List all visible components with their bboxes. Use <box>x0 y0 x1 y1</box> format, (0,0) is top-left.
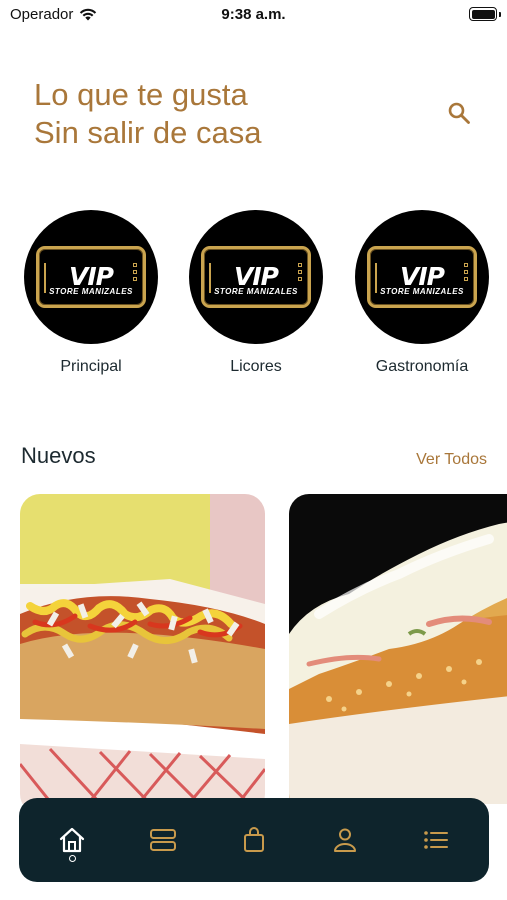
headline-line-2: Sin salir de casa <box>34 115 262 150</box>
bottom-navigation <box>19 798 489 882</box>
category-list: VIP STORE MANIZALES Principal VIP STORE … <box>0 210 507 380</box>
search-icon <box>448 102 470 124</box>
status-bar: Operador 9:38 a.m. <box>0 0 507 28</box>
battery-icon <box>469 7 501 21</box>
user-icon <box>333 828 356 852</box>
category-licores[interactable]: VIP STORE MANIZALES Licores <box>188 210 324 376</box>
category-principal[interactable]: VIP STORE MANIZALES Principal <box>23 210 159 376</box>
category-logo: VIP STORE MANIZALES <box>189 210 323 344</box>
category-label: Principal <box>60 358 122 375</box>
category-label: Gastronomía <box>375 358 469 375</box>
nav-profile[interactable] <box>315 810 375 870</box>
category-gastronomia[interactable]: VIP STORE MANIZALES Gastronomía <box>354 210 490 376</box>
hot-dog-image <box>20 494 265 804</box>
vip-store-logo: VIP STORE MANIZALES <box>367 246 477 308</box>
catalog-icon <box>150 829 177 851</box>
logo-subtext: STORE MANIZALES <box>49 287 133 296</box>
logo-text: VIP <box>400 262 445 291</box>
section-title: Nuevos <box>21 443 96 468</box>
logo-subtext: STORE MANIZALES <box>380 287 464 296</box>
status-time: 9:38 a.m. <box>221 6 286 23</box>
logo-subtext: STORE MANIZALES <box>214 287 298 296</box>
category-logo: VIP STORE MANIZALES <box>24 210 158 344</box>
vip-store-logo: VIP STORE MANIZALES <box>201 246 311 308</box>
home-icon <box>60 827 85 853</box>
see-all-link[interactable]: Ver Todos <box>416 451 487 469</box>
search-button[interactable] <box>444 98 474 128</box>
product-carousel <box>0 494 507 804</box>
vip-store-logo: VIP STORE MANIZALES <box>36 246 146 308</box>
cheese-hot-dog-image <box>289 494 507 804</box>
logo-text: VIP <box>69 262 114 291</box>
page-headline: Lo que te gusta Sin salir de casa <box>34 76 414 152</box>
product-card[interactable] <box>20 494 265 804</box>
nav-cart[interactable] <box>224 810 284 870</box>
product-card[interactable] <box>289 494 507 804</box>
logo-text: VIP <box>234 262 279 291</box>
category-logo: VIP STORE MANIZALES <box>355 210 489 344</box>
nav-catalog[interactable] <box>133 810 193 870</box>
active-indicator <box>68 855 76 862</box>
nav-menu[interactable] <box>406 810 466 870</box>
headline-line-1: Lo que te gusta <box>34 77 248 112</box>
category-label: Licores <box>230 358 282 375</box>
nav-home[interactable] <box>42 810 102 870</box>
shopping-bag-icon <box>243 827 264 852</box>
menu-list-icon <box>423 831 448 849</box>
